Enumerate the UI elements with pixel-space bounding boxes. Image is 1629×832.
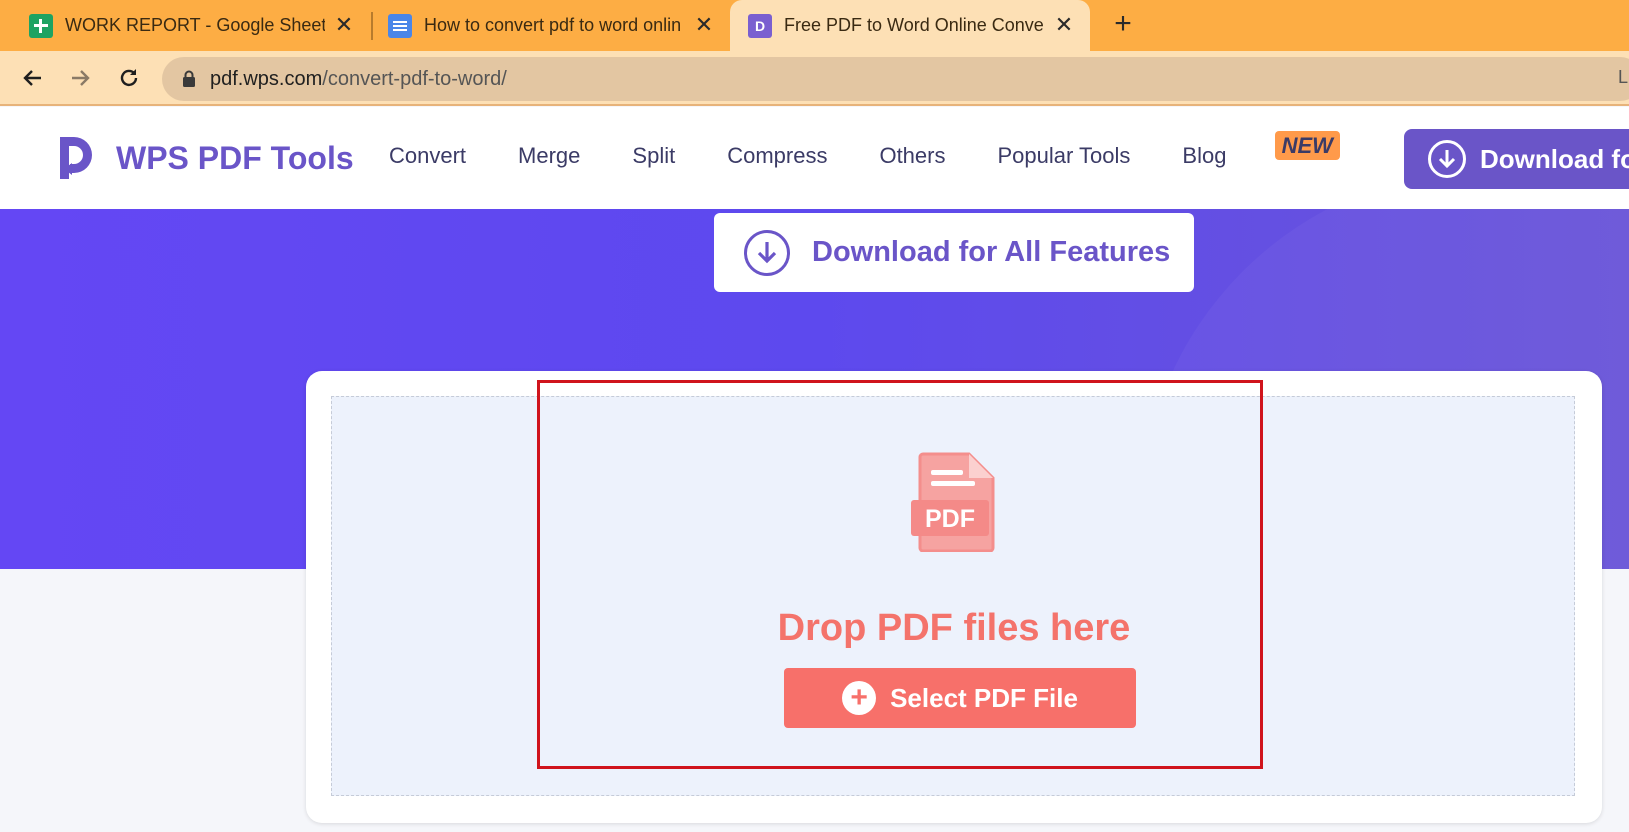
highlight-box <box>537 380 1263 769</box>
nav-blog-item[interactable]: Blog NEW <box>1182 131 1350 169</box>
header-download-label: Download fo <box>1480 143 1629 174</box>
site-header: WPS PDF Tools Convert Merge Split Compre… <box>0 107 1629 209</box>
lock-icon <box>183 70 195 87</box>
browser-tab-strip: WORK REPORT - Google Sheets ✕ How to con… <box>0 0 1629 51</box>
new-tab-button[interactable]: + <box>1108 9 1138 40</box>
tab-wps-active[interactable]: D Free PDF to Word Online Convert ✕ <box>730 0 1090 51</box>
nav-others[interactable]: Others <box>879 143 945 169</box>
tab-title: Free PDF to Word Online Convert <box>784 15 1044 35</box>
new-badge: NEW <box>1274 131 1340 160</box>
forward-button[interactable] <box>65 63 95 93</box>
header-download-button[interactable]: Download fo <box>1404 129 1629 189</box>
hero-download-button[interactable]: Download for All Features <box>714 213 1194 292</box>
back-button[interactable] <box>18 63 48 93</box>
wps-logo-icon <box>60 137 92 179</box>
wps-pdf-icon: D <box>748 13 772 38</box>
url-trailing-text: L <box>1617 67 1628 87</box>
nav-popular-tools[interactable]: Popular Tools <box>997 143 1130 169</box>
google-sheets-icon <box>29 13 53 38</box>
nav-merge[interactable]: Merge <box>518 143 580 169</box>
browser-toolbar: pdf.wps.com/convert-pdf-to-word/ L <box>0 51 1629 106</box>
google-docs-icon <box>388 13 412 38</box>
download-icon <box>1428 140 1466 178</box>
back-arrow-icon <box>23 70 41 86</box>
url-host: pdf.wps.com <box>210 67 323 90</box>
main-nav: Convert Merge Split Compress Others Popu… <box>389 131 1402 169</box>
address-bar[interactable]: pdf.wps.com/convert-pdf-to-word/ L <box>162 57 1629 101</box>
forward-arrow-icon <box>72 70 90 86</box>
nav-split[interactable]: Split <box>632 143 675 169</box>
close-tab-icon[interactable]: ✕ <box>332 13 356 37</box>
tab-google-sheets[interactable]: WORK REPORT - Google Sheets ✕ <box>0 0 370 51</box>
nav-convert[interactable]: Convert <box>389 143 466 169</box>
close-tab-icon[interactable]: ✕ <box>1052 13 1076 37</box>
tab-title: WORK REPORT - Google Sheets <box>65 15 325 35</box>
tab-google-docs[interactable]: How to convert pdf to word onlin ✕ <box>370 0 730 51</box>
tab-title: How to convert pdf to word onlin <box>424 15 682 35</box>
url-path: /convert-pdf-to-word/ <box>322 67 507 90</box>
nav-blog: Blog <box>1182 143 1227 168</box>
download-icon <box>744 229 790 276</box>
brand-logo[interactable]: WPS PDF Tools <box>56 135 354 181</box>
hero-download-label: Download for All Features <box>812 236 1171 268</box>
reload-icon <box>120 69 138 87</box>
reload-button[interactable] <box>114 63 144 93</box>
brand-name: WPS PDF Tools <box>116 139 354 176</box>
nav-compress[interactable]: Compress <box>727 143 827 169</box>
close-tab-icon[interactable]: ✕ <box>692 13 716 37</box>
